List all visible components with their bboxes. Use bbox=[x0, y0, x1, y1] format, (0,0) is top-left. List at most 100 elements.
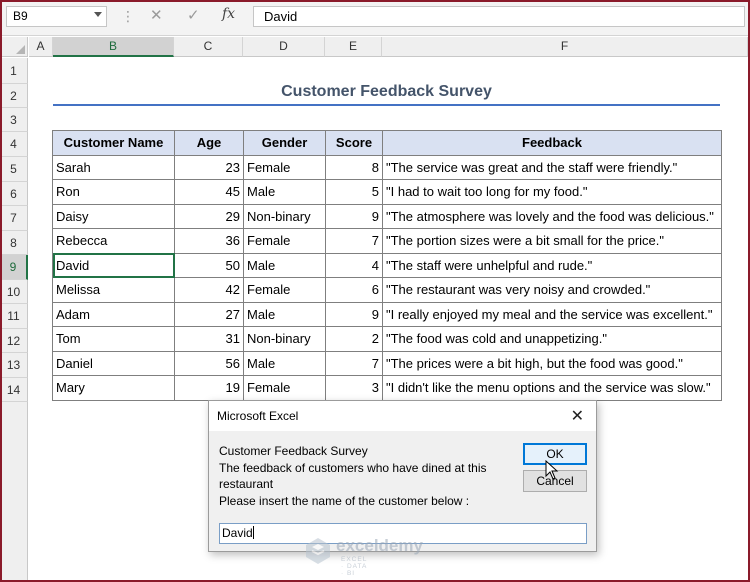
cell-gender[interactable]: Male bbox=[243, 252, 326, 278]
row-header-10[interactable]: 10 bbox=[0, 279, 28, 304]
cell-feedback[interactable]: "The food was cold and unappetizing." bbox=[382, 326, 722, 352]
row-header-3[interactable]: 3 bbox=[0, 108, 28, 132]
cell-feedback[interactable]: "The portion sizes were a bit small for … bbox=[382, 228, 722, 254]
cell-feedback[interactable]: "The prices were a bit high, but the foo… bbox=[382, 350, 722, 376]
header-gender[interactable]: Gender bbox=[243, 130, 326, 156]
table-row: Mary 19 Female 3 "I didn't like the menu opt… bbox=[52, 375, 722, 401]
cell-customer-name[interactable]: Sarah bbox=[52, 154, 175, 180]
cell-gender[interactable]: Female bbox=[243, 277, 326, 303]
select-all-corner[interactable] bbox=[0, 37, 28, 57]
cell-customer-name[interactable]: Ron bbox=[52, 179, 175, 205]
input-value: David bbox=[222, 526, 253, 540]
row-header-6[interactable]: 6 bbox=[0, 181, 28, 206]
cell-score[interactable]: 4 bbox=[325, 252, 383, 278]
cell-gender[interactable]: Male bbox=[243, 301, 326, 327]
cell-feedback[interactable]: "The atmosphere was lovely and the food … bbox=[382, 203, 722, 229]
cell-age[interactable]: 27 bbox=[174, 301, 244, 327]
cell-feedback[interactable]: "The service was great and the staff wer… bbox=[382, 154, 722, 180]
dialog-prompt: Customer Feedback Survey The feedback of… bbox=[219, 443, 509, 509]
cell-feedback[interactable]: "The restaurant was very noisy and crowd… bbox=[382, 277, 722, 303]
cell-feedback[interactable]: "I had to wait too long for my food." bbox=[382, 179, 722, 205]
cell-feedback[interactable]: "The staff were unhelpful and rude." bbox=[382, 252, 722, 278]
table-row: David 50 Male 4 "The staff were unhelpful an… bbox=[52, 252, 722, 278]
row-header-11[interactable]: 11 bbox=[0, 304, 28, 329]
cell-feedback[interactable]: "I didn't like the menu options and the … bbox=[382, 375, 722, 401]
cell-gender[interactable]: Non-binary bbox=[243, 326, 326, 352]
cell-customer-name[interactable]: Daniel bbox=[52, 350, 175, 376]
enter-entry-icon[interactable]: ✓ bbox=[187, 6, 200, 24]
column-header-e[interactable]: E bbox=[325, 37, 382, 57]
insert-function-icon[interactable]: fx bbox=[222, 6, 235, 22]
row-header-1[interactable]: 1 bbox=[0, 58, 28, 84]
cell-score[interactable]: 5 bbox=[325, 179, 383, 205]
cell-gender[interactable]: Non-binary bbox=[243, 203, 326, 229]
cell-score[interactable]: 8 bbox=[325, 154, 383, 180]
row-header-13[interactable]: 13 bbox=[0, 353, 28, 378]
cell-age[interactable]: 42 bbox=[174, 277, 244, 303]
cell-gender[interactable]: Male bbox=[243, 350, 326, 376]
row-header-7[interactable]: 7 bbox=[0, 206, 28, 231]
watermark-name: exceldemy bbox=[336, 536, 423, 555]
cell-score[interactable]: 7 bbox=[325, 228, 383, 254]
column-header-b[interactable]: B bbox=[53, 37, 174, 57]
header-age[interactable]: Age bbox=[174, 130, 244, 156]
header-customer-name[interactable]: Customer Name bbox=[52, 130, 175, 156]
cell-gender[interactable]: Male bbox=[243, 179, 326, 205]
prompt-line: The feedback of customers who have dined… bbox=[219, 460, 487, 492]
cell-score[interactable]: 6 bbox=[325, 277, 383, 303]
cell-age[interactable]: 19 bbox=[174, 375, 244, 401]
formula-bar: B9 ⋮ ✕ ✓ fx David bbox=[0, 0, 750, 36]
cell-score[interactable]: 7 bbox=[325, 350, 383, 376]
cell-age[interactable]: 45 bbox=[174, 179, 244, 205]
prompt-line: Customer Feedback Survey bbox=[219, 444, 368, 458]
row-header-8[interactable]: 8 bbox=[0, 230, 28, 255]
cell-gender[interactable]: Female bbox=[243, 375, 326, 401]
table-row: Sarah 23 Female 8 "The service was great and… bbox=[52, 154, 722, 180]
cell-customer-name[interactable]: Rebecca bbox=[52, 228, 175, 254]
cell-age[interactable]: 56 bbox=[174, 350, 244, 376]
chevron-down-icon[interactable] bbox=[94, 12, 102, 17]
cell-customer-name[interactable]: David bbox=[52, 252, 175, 278]
cell-age[interactable]: 36 bbox=[174, 228, 244, 254]
cell-score[interactable]: 2 bbox=[325, 326, 383, 352]
close-icon[interactable]: ✕ bbox=[571, 406, 584, 425]
row-header-12[interactable]: 12 bbox=[0, 328, 28, 353]
sheet-title: Customer Feedback Survey bbox=[281, 83, 492, 100]
row-header-5[interactable]: 5 bbox=[0, 157, 28, 182]
exceldemy-logo-icon bbox=[306, 538, 330, 564]
cell-feedback[interactable]: "I really enjoyed my meal and the servic… bbox=[382, 301, 722, 327]
cell-customer-name[interactable]: Tom bbox=[52, 326, 175, 352]
dialog-titlebar[interactable]: Microsoft Excel ✕ bbox=[209, 401, 596, 431]
cell-age[interactable]: 23 bbox=[174, 154, 244, 180]
cell-gender[interactable]: Female bbox=[243, 154, 326, 180]
column-header-d[interactable]: D bbox=[243, 37, 325, 57]
mouse-pointer-icon bbox=[545, 460, 559, 480]
cell-score[interactable]: 9 bbox=[325, 203, 383, 229]
cell-age[interactable]: 31 bbox=[174, 326, 244, 352]
row-header-9[interactable]: 9 bbox=[0, 255, 28, 280]
row-header-2[interactable]: 2 bbox=[0, 84, 28, 108]
table-row: Melissa 42 Female 6 "The restaurant was very… bbox=[52, 277, 722, 303]
column-header-c[interactable]: C bbox=[174, 37, 243, 57]
row-header-filler bbox=[0, 402, 28, 582]
row-header-14[interactable]: 14 bbox=[0, 377, 28, 402]
cell-customer-name[interactable]: Daisy bbox=[52, 203, 175, 229]
table-row: Tom 31 Non-binary 2 "The food was cold and u… bbox=[52, 326, 722, 352]
formula-input[interactable]: David bbox=[253, 6, 745, 27]
cell-customer-name[interactable]: Adam bbox=[52, 301, 175, 327]
header-feedback[interactable]: Feedback bbox=[382, 130, 722, 156]
cell-gender[interactable]: Female bbox=[243, 228, 326, 254]
cell-customer-name[interactable]: Melissa bbox=[52, 277, 175, 303]
cell-score[interactable]: 3 bbox=[325, 375, 383, 401]
cell-customer-name[interactable]: Mary bbox=[52, 375, 175, 401]
column-header-a[interactable]: A bbox=[29, 37, 53, 57]
table-row: Daisy 29 Non-binary 9 "The atmosphere was lo… bbox=[52, 203, 722, 229]
name-box[interactable]: B9 bbox=[6, 6, 107, 27]
cell-age[interactable]: 50 bbox=[174, 252, 244, 278]
cell-score[interactable]: 9 bbox=[325, 301, 383, 327]
header-score[interactable]: Score bbox=[325, 130, 383, 156]
cancel-entry-icon[interactable]: ✕ bbox=[150, 6, 163, 24]
cell-age[interactable]: 29 bbox=[174, 203, 244, 229]
row-header-4[interactable]: 4 bbox=[0, 132, 28, 157]
column-header-f[interactable]: F bbox=[382, 37, 748, 57]
